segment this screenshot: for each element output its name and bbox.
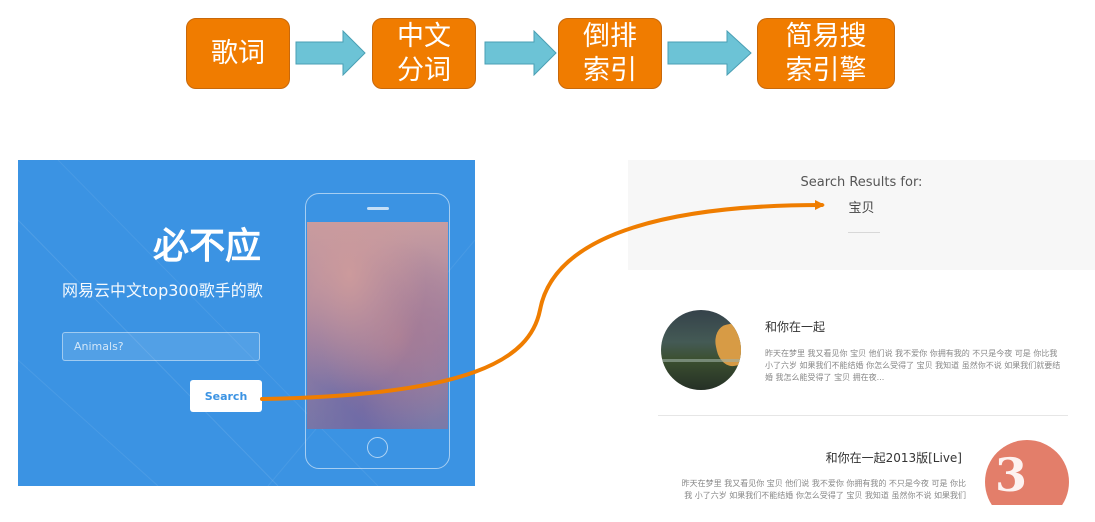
result-lyrics: 昨天在梦里 我又看见你 宝贝 他们说 我不爱你 你拥有我的 不只是今夜 可是 你… (765, 349, 1061, 382)
result-lyrics: 昨天在梦里 我又看见你 宝贝 他们说 我不爱你 你拥有我的 不只是今夜 可是 你… (681, 479, 966, 500)
step-search-engine: 简易搜 索引擎 (757, 18, 895, 89)
phone-speaker (367, 207, 389, 210)
arrow-right-icon (484, 30, 557, 76)
phone-screen (307, 222, 448, 429)
arrow-right-icon (295, 30, 366, 76)
result-title[interactable]: 和你在一起 (765, 318, 825, 335)
brand-subtitle: 网易云中文top300歌手的歌 (62, 281, 263, 300)
step-inverted-index-line2: 索引 (583, 54, 637, 86)
results-page-screenshot: Search Results for: 宝贝 和你在一起 昨天在梦里 我又看见你… (628, 160, 1095, 505)
step-inverted-index: 倒排 索引 (558, 18, 662, 89)
phone-home-button (367, 437, 388, 458)
results-title: Search Results for: (800, 175, 923, 190)
results-query: 宝贝 (848, 201, 875, 216)
cover-horizon (661, 359, 741, 362)
step-search-engine-line2: 索引擎 (785, 54, 867, 86)
result-divider (658, 415, 1068, 416)
search-input[interactable] (62, 332, 260, 361)
step-segmentation: 中文 分词 (372, 18, 476, 89)
step-lyrics-label: 歌词 (211, 37, 265, 69)
album-cover-image[interactable]: 3 (985, 440, 1069, 505)
step-segmentation-line1: 中文 (397, 20, 451, 52)
search-button[interactable]: Search (190, 380, 262, 412)
step-segmentation-line2: 分词 (397, 54, 451, 86)
album-cover-image[interactable] (661, 310, 741, 390)
header-divider (848, 232, 880, 233)
brand-title: 必不应 (153, 226, 262, 267)
cover-mark: 3 (995, 448, 1027, 502)
step-lyrics: 歌词 (186, 18, 290, 89)
arrow-right-icon (667, 30, 752, 76)
step-inverted-index-line1: 倒排 (583, 20, 637, 52)
results-header: Search Results for: 宝贝 (628, 160, 1095, 270)
step-search-engine-line1: 简易搜 (785, 20, 867, 52)
phone-mockup (305, 193, 450, 469)
search-page-screenshot: 必不应 网易云中文top300歌手的歌 Search (18, 160, 475, 486)
result-title[interactable]: 和你在一起2013版[Live] (826, 449, 962, 466)
